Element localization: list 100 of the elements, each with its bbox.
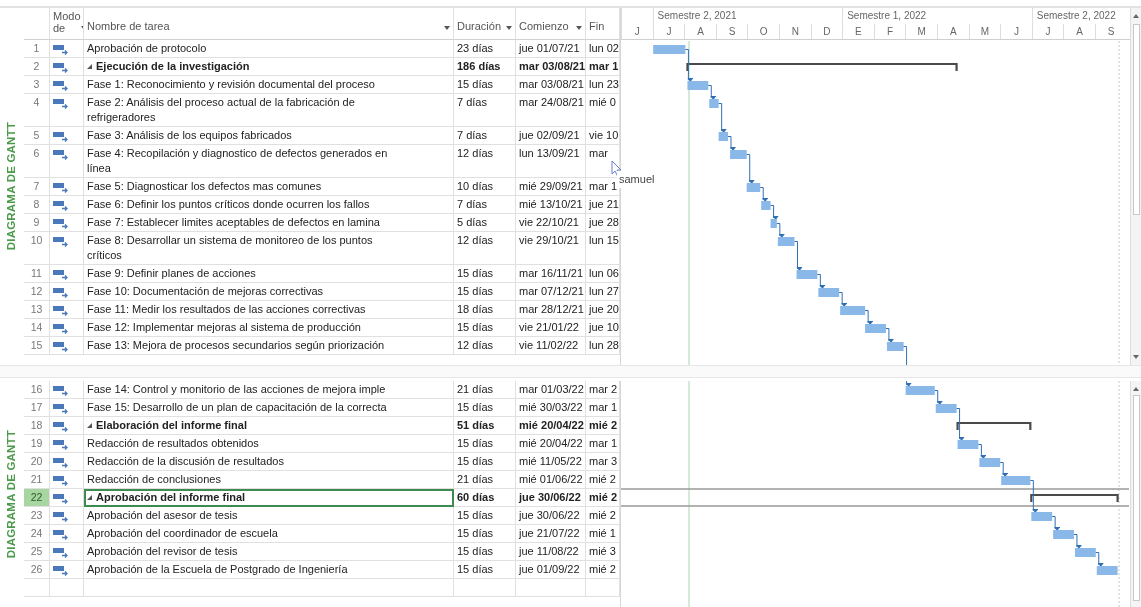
task-name-cell[interactable]: Fase 15: Desarrollo de un plan de capacitación de la correcta xyxy=(84,399,454,417)
task-name-cell[interactable]: Fase 6: Definir los puntos críticos donde ocurren los fallos xyxy=(84,196,454,214)
table-cell: mar 07/12/21 xyxy=(516,283,586,301)
task-name-cell[interactable]: Fase 14: Control y monitorio de las acciones de mejora imple xyxy=(84,381,454,399)
task-name-cell[interactable]: Fase 7: Establecer limites aceptables de defectos en lamina xyxy=(84,214,454,232)
task-name-cell[interactable]: Fase 11: Medir los resultados de las acciones correctivas xyxy=(84,301,454,319)
month-label: E xyxy=(842,24,874,39)
table-cell: 18 días xyxy=(454,301,516,319)
table-cell: 12 días xyxy=(454,232,516,265)
semester-label: Semestre 2, 2021 xyxy=(652,8,843,24)
task-name: Aprobación del asesor de tesis xyxy=(87,508,238,523)
row-number[interactable]: 8 xyxy=(24,196,50,214)
semester-label: Semestre 1, 2022 xyxy=(842,8,1032,24)
task-name: Aprobación del informe final xyxy=(96,490,246,505)
table-cell: mié 2 xyxy=(586,417,620,435)
row-number[interactable]: 6 xyxy=(24,145,50,178)
row-number[interactable]: 11 xyxy=(24,265,50,283)
task-name: Redacción de la discusión de resultados xyxy=(87,454,284,469)
month-label: J xyxy=(1000,24,1032,39)
table-cell: 51 días xyxy=(454,417,516,435)
task-name-cell[interactable]: Fase 8: Desarrollar un sistema de monitoreo de los puntos críticos xyxy=(84,232,454,265)
table-cell: mié 1 xyxy=(586,525,620,543)
row-number[interactable]: 17 xyxy=(24,399,50,417)
month-label: J xyxy=(621,24,653,39)
table-cell: mar 03/08/21 xyxy=(516,76,586,94)
column-header[interactable]: Nombre de tarea xyxy=(84,8,454,40)
table-cell: mar 16/11/21 xyxy=(516,265,586,283)
table-cell: lun 23 xyxy=(586,76,620,94)
task-name: Fase 11: Medir los resultados de las acciones correctivas xyxy=(87,302,366,317)
row-number[interactable]: 18 xyxy=(24,417,50,435)
task-name-cell[interactable]: Fase 13: Mejora de procesos secundarios según priorización xyxy=(84,337,454,355)
task-name: Aprobación del revisor de tesis xyxy=(87,544,238,559)
task-name: Fase 7: Establecer limites aceptables de defectos en lamina xyxy=(87,215,380,230)
month-label: D xyxy=(810,24,843,39)
task-name: Fase 12: Implementar mejoras al sistema de producción xyxy=(87,320,361,335)
month-label: A xyxy=(936,24,969,39)
row-number[interactable]: 13 xyxy=(24,301,50,319)
task-name-cell[interactable]: Fase 4: Recopilación y diagnostico de defectos generados en línea xyxy=(84,145,454,178)
column-header[interactable]: Modo de xyxy=(50,8,84,40)
task-name-cell[interactable]: Redacción de resultados obtenidos xyxy=(84,435,454,453)
row-number[interactable]: 23 xyxy=(24,507,50,525)
month-label: A xyxy=(684,24,716,39)
task-name: Fase 13: Mejora de procesos secundarios según priorización xyxy=(87,338,385,353)
task-name: Fase 14: Control y monitorio de las acciones de mejora imple xyxy=(87,382,386,397)
task-name-cell[interactable]: Redacción de la discusión de resultados xyxy=(84,453,454,471)
task-name: Fase 2: Análisis del proceso actual de la fabricación de refrigeradores xyxy=(87,95,356,125)
task-name-cell[interactable]: Aprobación del informe final xyxy=(84,489,454,507)
table-cell: 15 días xyxy=(454,453,516,471)
row-number[interactable]: 15 xyxy=(24,337,50,355)
column-header[interactable]: Comienzo xyxy=(516,8,586,40)
row-number[interactable]: 9 xyxy=(24,214,50,232)
table-cell: vie 22/10/21 xyxy=(516,214,586,232)
row-number[interactable]: 16 xyxy=(24,381,50,399)
task-name-cell[interactable]: Redacción de conclusiones xyxy=(84,471,454,489)
month-label: F xyxy=(873,24,906,39)
row-number[interactable]: 4 xyxy=(24,94,50,127)
row-number[interactable]: 5 xyxy=(24,127,50,145)
table-cell: mié 13/10/21 xyxy=(516,196,586,214)
task-name-cell[interactable]: Aprobación del revisor de tesis xyxy=(84,543,454,561)
row-number[interactable]: 25 xyxy=(24,543,50,561)
table-cell: lun 27 xyxy=(586,283,620,301)
task-name-cell[interactable]: Aprobación del coordinador de escuela xyxy=(84,525,454,543)
table-cell: mar 1 xyxy=(586,399,620,417)
row-number[interactable]: 20 xyxy=(24,453,50,471)
task-name: Redacción de resultados obtenidos xyxy=(87,436,259,451)
row-number[interactable]: 3 xyxy=(24,76,50,94)
task-name-cell[interactable]: Ejecución de la investigación xyxy=(84,58,454,76)
task-name-cell[interactable]: Fase 1: Reconocimiento y revisión documental del proceso xyxy=(84,76,454,94)
task-name-cell[interactable]: Fase 2: Análisis del proceso actual de la fabricación de refrigeradores xyxy=(84,94,454,127)
row-number[interactable]: 12 xyxy=(24,283,50,301)
table-cell: mar 1 xyxy=(586,58,620,76)
table-cell: 12 días xyxy=(454,145,516,178)
table-cell: jue 20 xyxy=(586,301,620,319)
task-name-cell[interactable]: Aprobación del asesor de tesis xyxy=(84,507,454,525)
row-number[interactable]: 10 xyxy=(24,232,50,265)
row-number[interactable]: 2 xyxy=(24,58,50,76)
task-name-cell[interactable]: Aprobación de protocolo xyxy=(84,40,454,58)
row-number[interactable]: 22 xyxy=(24,489,50,507)
row-number[interactable]: 7 xyxy=(24,178,50,196)
table-cell: jue 30/06/22 xyxy=(516,489,586,507)
task-name-cell[interactable]: Fase 3: Análisis de los equipos fabricados xyxy=(84,127,454,145)
task-name-cell[interactable]: Fase 9: Definir planes de acciones xyxy=(84,265,454,283)
row-number[interactable]: 24 xyxy=(24,525,50,543)
row-number[interactable]: 1 xyxy=(24,40,50,58)
table-cell: jue 21 xyxy=(586,196,620,214)
row-number[interactable]: 14 xyxy=(24,319,50,337)
month-label: S xyxy=(1094,24,1127,39)
task-name-cell[interactable]: Fase 10: Documentación de mejoras correctivas xyxy=(84,283,454,301)
table-cell: jue 30/06/22 xyxy=(516,507,586,525)
column-header[interactable]: Duración xyxy=(454,8,516,40)
table-cell: mié 0 xyxy=(586,94,620,127)
task-name-cell[interactable]: Aprobación de la Escuela de Postgrado de Ingeniería xyxy=(84,561,454,579)
row-number[interactable]: 26 xyxy=(24,561,50,579)
task-name-cell[interactable]: Elaboración del informe final xyxy=(84,417,454,435)
column-header[interactable]: Fin xyxy=(586,8,620,40)
row-number[interactable]: 19 xyxy=(24,435,50,453)
task-name-cell[interactable]: Fase 12: Implementar mejoras al sistema de producción xyxy=(84,319,454,337)
table-cell: mié 29/09/21 xyxy=(516,178,586,196)
task-name-cell[interactable]: Fase 5: Diagnosticar los defectos mas comunes xyxy=(84,178,454,196)
table-cell: mié 30/03/22 xyxy=(516,399,586,417)
